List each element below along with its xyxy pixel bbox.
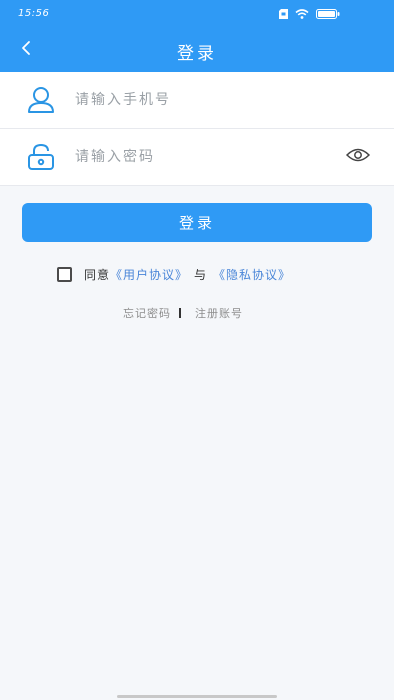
agreement-row: 同意 《用户协议》 与 《隐私协议》 <box>57 263 291 285</box>
battery-icon <box>316 9 340 19</box>
eye-icon <box>345 147 371 167</box>
page-title: 登录 <box>177 44 217 64</box>
wifi-icon <box>295 9 309 19</box>
nav-bar: 登录 <box>0 28 394 72</box>
forgot-password-link[interactable]: 忘记密码 <box>123 305 171 321</box>
app-header: 15:56 登录 <box>0 0 394 72</box>
status-icons <box>279 9 340 19</box>
phone-field-row <box>0 72 394 129</box>
account-links: 忘记密码 注册账号 <box>123 305 243 321</box>
login-button[interactable]: 登录 <box>22 203 372 242</box>
status-bar: 15:56 <box>0 0 394 28</box>
privacy-policy-link[interactable]: 《隐私协议》 <box>213 266 291 283</box>
phone-input[interactable] <box>73 87 327 113</box>
password-field-row <box>0 129 394 186</box>
link-divider <box>179 308 181 318</box>
user-agreement-link[interactable]: 《用户协议》 <box>110 266 188 283</box>
lock-icon <box>26 142 56 172</box>
toggle-password-visibility[interactable] <box>345 146 371 168</box>
agreement-connector: 与 <box>194 267 208 282</box>
home-indicator <box>117 695 277 698</box>
register-link[interactable]: 注册账号 <box>195 305 243 321</box>
user-icon <box>26 85 56 115</box>
status-time: 15:56 <box>18 8 50 19</box>
sd-card-icon <box>279 9 288 19</box>
agreement-checkbox[interactable] <box>57 266 72 282</box>
password-input[interactable] <box>73 144 327 170</box>
agreement-prefix: 同意 <box>84 267 111 282</box>
